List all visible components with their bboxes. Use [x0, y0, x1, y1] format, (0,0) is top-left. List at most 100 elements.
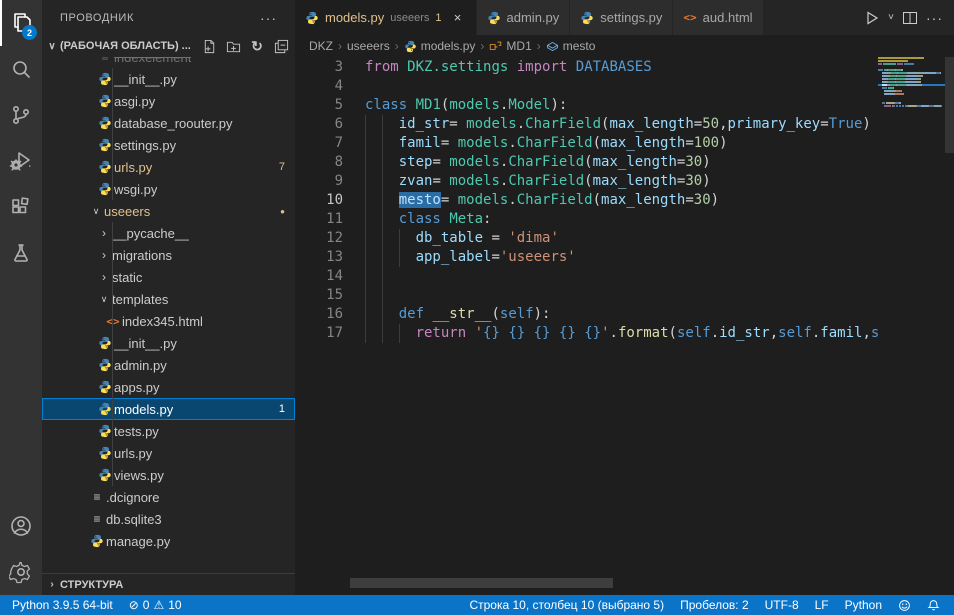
tree-item-label: views.py — [114, 468, 164, 483]
tree-item-database_roouter.py[interactable]: database_roouter.py — [42, 112, 295, 134]
tree-item-__init__.py[interactable]: __init__.py — [42, 332, 295, 354]
minimap-line — [878, 96, 945, 98]
search-icon — [9, 57, 33, 81]
more-actions-icon[interactable]: ··· — [923, 0, 946, 35]
status-encoding[interactable]: UTF-8 — [757, 595, 807, 615]
html-file-icon: <> — [104, 315, 122, 328]
beaker-icon — [9, 241, 33, 265]
run-icon[interactable] — [861, 0, 883, 35]
status-python-version[interactable]: Python 3.9.5 64-bit — [4, 595, 121, 615]
line-number: 13 — [295, 248, 343, 267]
refresh-icon[interactable]: ↻ — [247, 36, 267, 56]
activitybar-search[interactable] — [0, 46, 42, 92]
chevron-right-icon: › — [44, 579, 60, 590]
activitybar-account[interactable] — [0, 503, 42, 549]
tree-item-label: admin.py — [114, 358, 167, 373]
activitybar-source-control[interactable] — [0, 92, 42, 138]
tab-bar: models.pyuseeers1×admin.pysettings.py<>a… — [295, 0, 954, 35]
run-dropdown-icon[interactable]: ˅ — [885, 0, 897, 35]
split-editor-icon[interactable] — [899, 0, 921, 35]
new-file-icon[interactable] — [199, 36, 219, 56]
breadcrumb-item-DKZ[interactable]: DKZ — [309, 39, 333, 53]
feedback-icon[interactable] — [890, 595, 919, 615]
tree-item-indexelement[interactable]: ≡indexelement — [42, 57, 295, 68]
collapse-all-icon[interactable] — [271, 36, 291, 56]
tree-indent-guide — [112, 134, 113, 156]
activitybar-settings[interactable] — [0, 549, 42, 595]
tree-folder-useeers[interactable]: ∨useeers● — [42, 200, 295, 222]
tree-item-admin.py[interactable]: admin.py — [42, 354, 295, 376]
line-number: 14 — [295, 267, 343, 286]
tree-item-manage.py[interactable]: manage.py — [42, 530, 295, 552]
breadcrumb-item-mesto[interactable]: mesto — [546, 39, 596, 53]
tree-item-index345.html[interactable]: <>index345.html — [42, 310, 295, 332]
breadcrumb-item-models.py[interactable]: models.py — [404, 39, 476, 53]
minimap-line — [878, 99, 945, 101]
new-folder-icon[interactable] — [223, 36, 243, 56]
outline-section-header[interactable]: › СТРУКТУРА — [42, 573, 295, 595]
tree-indent-guide — [112, 244, 113, 266]
tab-admin.py[interactable]: admin.py — [477, 0, 571, 35]
python-file-icon — [88, 534, 106, 548]
code-editor[interactable]: 3from DKZ.settings import DATABASES45cla… — [295, 57, 954, 595]
tree-item-label: manage.py — [106, 534, 170, 549]
tree-item-tests.py[interactable]: tests.py — [42, 420, 295, 442]
html-file-icon: <> — [683, 11, 696, 24]
tree-folder-static[interactable]: ›static — [42, 266, 295, 288]
status-indentation[interactable]: Пробелов: 2 — [672, 595, 757, 615]
tree-folder-migrations[interactable]: ›migrations — [42, 244, 295, 266]
tree-indent-guide — [112, 442, 113, 464]
status-language-mode[interactable]: Python — [837, 595, 890, 615]
status-eol[interactable]: LF — [807, 595, 837, 615]
code-line-content — [343, 267, 878, 286]
tree-indent-guide — [112, 178, 113, 200]
tree-item-asgi.py[interactable]: asgi.py — [42, 90, 295, 112]
tree-indent-guide — [112, 266, 113, 288]
tree-item-db.sqlite3[interactable]: ≡db.sqlite3 — [42, 508, 295, 530]
tree-folder-__pycache__[interactable]: ›__pycache__ — [42, 222, 295, 244]
code-line: 11 class Meta: — [295, 210, 878, 229]
tree-item-urls.py[interactable]: urls.py — [42, 442, 295, 464]
breadcrumb-item-MD1[interactable]: MD1 — [489, 39, 531, 53]
activitybar-testing[interactable] — [0, 230, 42, 276]
vertical-scrollbar[interactable] — [945, 57, 954, 595]
tree-indent-guide — [112, 222, 113, 244]
tree-item-__init__.py[interactable]: __init__.py — [42, 68, 295, 90]
line-number: 5 — [295, 96, 343, 115]
bell-icon[interactable] — [919, 595, 948, 615]
tree-indent-guide — [112, 398, 113, 420]
tab-models.py[interactable]: models.pyuseeers1× — [295, 0, 477, 35]
tree-item-models.py[interactable]: models.py1 — [42, 398, 295, 420]
tree-item-settings.py[interactable]: settings.py — [42, 134, 295, 156]
indent-guide-icon — [365, 305, 366, 324]
indent-guide-icon — [382, 115, 383, 134]
tab-aud.html[interactable]: <>aud.html — [673, 0, 763, 35]
extensions-icon — [9, 195, 33, 219]
breadcrumb-label: MD1 — [506, 39, 531, 53]
sidebar-more-icon[interactable]: ··· — [260, 10, 277, 26]
status-cursor-position[interactable]: Строка 10, столбец 10 (выбрано 5) — [461, 595, 672, 615]
indent-guide-icon — [399, 248, 400, 267]
activitybar-explorer[interactable]: 2 — [0, 0, 42, 46]
indent-guide-icon — [382, 267, 383, 286]
tree-item-views.py[interactable]: views.py — [42, 464, 295, 486]
tree-item-apps.py[interactable]: apps.py — [42, 376, 295, 398]
minimap[interactable] — [878, 57, 945, 595]
breadcrumb-item-useeers[interactable]: useeers — [347, 39, 390, 53]
indent-guide-icon — [365, 324, 366, 343]
tab-settings.py[interactable]: settings.py — [570, 0, 673, 35]
tree-item-wsgi.py[interactable]: wsgi.py — [42, 178, 295, 200]
indent-guide-icon — [399, 324, 400, 343]
indent-guide-icon — [382, 153, 383, 172]
activitybar-run-debug[interactable] — [0, 138, 42, 184]
close-icon[interactable]: × — [450, 10, 466, 25]
tree-item-.dcignore[interactable]: ≡.dcignore — [42, 486, 295, 508]
debug-icon — [9, 149, 33, 173]
tree-indent-guide — [112, 376, 113, 398]
workspace-section-header[interactable]: ∨ (РАБОЧАЯ ОБЛАСТЬ) ... ↻ — [42, 35, 295, 57]
activitybar-extensions[interactable] — [0, 184, 42, 230]
tree-folder-templates[interactable]: ∨templates — [42, 288, 295, 310]
tree-item-urls.py[interactable]: urls.py7 — [42, 156, 295, 178]
status-problems[interactable]: ⊘0⚠10 — [121, 595, 190, 615]
horizontal-scrollbar[interactable] — [350, 578, 613, 588]
